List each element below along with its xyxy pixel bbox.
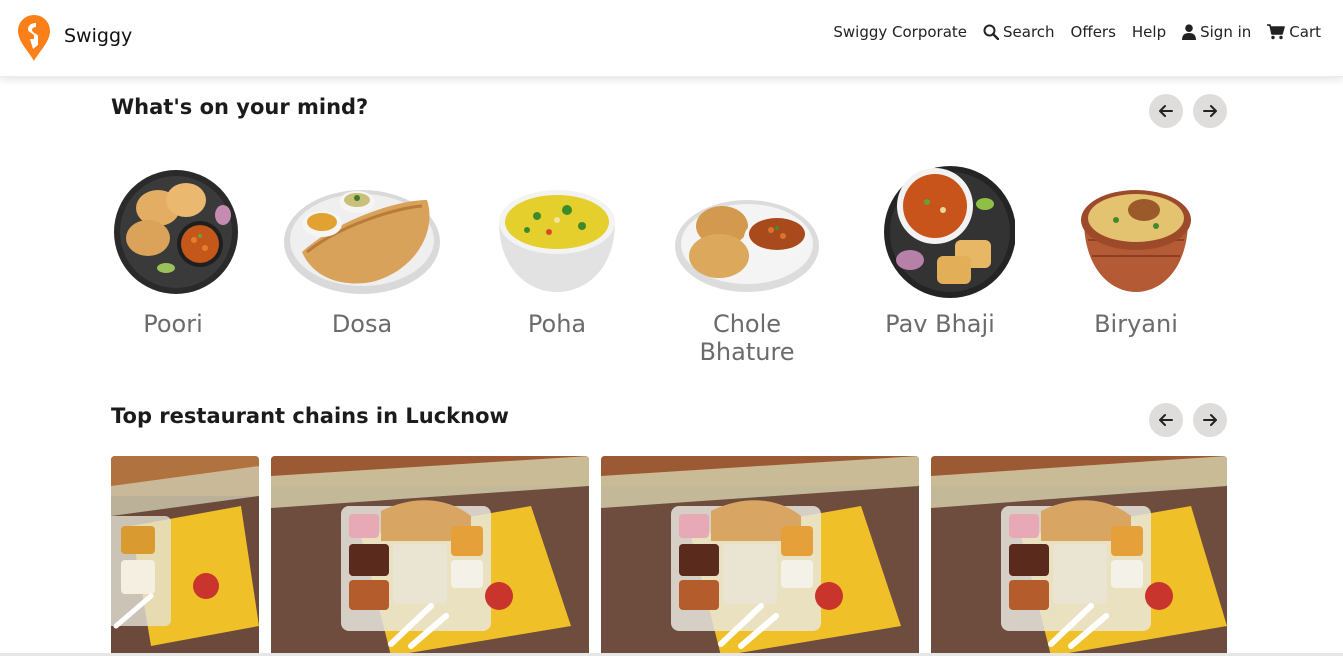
nav-corporate-label: Swiggy Corporate <box>833 23 967 41</box>
swiggy-logo-icon[interactable] <box>18 15 50 61</box>
arrow-left-icon <box>1159 105 1173 117</box>
cuisine-label: Dosa <box>331 310 393 338</box>
chole-bhature-image <box>675 200 819 292</box>
chains-next-button[interactable] <box>1193 403 1227 437</box>
arrow-left-icon <box>1159 414 1173 426</box>
restaurant-image <box>931 456 1227 656</box>
poha-image <box>499 190 615 292</box>
nav-offers-label: Offers <box>1070 23 1116 41</box>
restaurant-card[interactable] <box>601 456 919 656</box>
cuisine-label: Chole Bhature <box>699 310 795 366</box>
nav-cart-label: Cart <box>1289 23 1321 41</box>
restaurant-image <box>111 456 259 656</box>
biryani-image <box>1081 190 1191 292</box>
cuisine-item-poha[interactable]: Poha <box>472 160 642 380</box>
nav-search[interactable]: Search <box>983 23 1055 41</box>
dosa-image <box>284 190 440 294</box>
nav-offers[interactable]: Offers <box>1071 23 1116 41</box>
pav-bhaji-image <box>884 166 1015 298</box>
arrow-right-icon <box>1203 105 1217 117</box>
cuisine-label: Biryani <box>1094 310 1178 338</box>
mind-next-button[interactable] <box>1193 94 1227 128</box>
search-icon <box>983 24 999 40</box>
arrow-right-icon <box>1203 414 1217 426</box>
mind-prev-button[interactable] <box>1149 94 1183 128</box>
user-icon <box>1182 24 1197 40</box>
top-chains-title: Top restaurant chains in Lucknow <box>111 404 509 428</box>
cart-icon <box>1267 24 1286 40</box>
header-nav: Swiggy Corporate Search Offers Help Sign… <box>817 20 1321 44</box>
poori-image <box>114 170 238 294</box>
cuisine-label: Pav Bhaji <box>885 310 995 338</box>
top-header: Swiggy Swiggy Corporate Search Offers He… <box>0 0 1343 77</box>
cuisine-item-dosa[interactable]: Dosa <box>277 160 447 380</box>
restaurant-image <box>271 456 589 656</box>
nav-cart[interactable]: Cart <box>1267 23 1321 41</box>
whats-on-mind-title: What's on your mind? <box>111 95 369 119</box>
nav-signin-label: Sign in <box>1200 23 1252 41</box>
nav-search-label: Search <box>1003 23 1055 41</box>
restaurant-card[interactable] <box>931 456 1227 656</box>
nav-swiggy-corporate[interactable]: Swiggy Corporate <box>833 23 967 41</box>
cuisine-item-biryani[interactable]: Biryani <box>1051 160 1221 380</box>
cuisine-item-poori[interactable]: Poori <box>88 160 258 380</box>
cuisine-label: Poori <box>143 310 203 338</box>
cuisine-label: Poha <box>527 310 587 338</box>
restaurant-card[interactable] <box>271 456 589 656</box>
brand-name[interactable]: Swiggy <box>64 25 132 47</box>
nav-help-label: Help <box>1131 23 1167 41</box>
cuisine-item-pav-bhaji[interactable]: Pav Bhaji <box>855 160 1025 380</box>
restaurant-card[interactable] <box>111 456 259 656</box>
restaurant-image <box>601 456 919 656</box>
chains-prev-button[interactable] <box>1149 403 1183 437</box>
cuisine-item-chole-bhature[interactable]: Chole Bhature <box>662 160 832 380</box>
nav-signin[interactable]: Sign in <box>1182 23 1251 41</box>
nav-help[interactable]: Help <box>1132 23 1166 41</box>
